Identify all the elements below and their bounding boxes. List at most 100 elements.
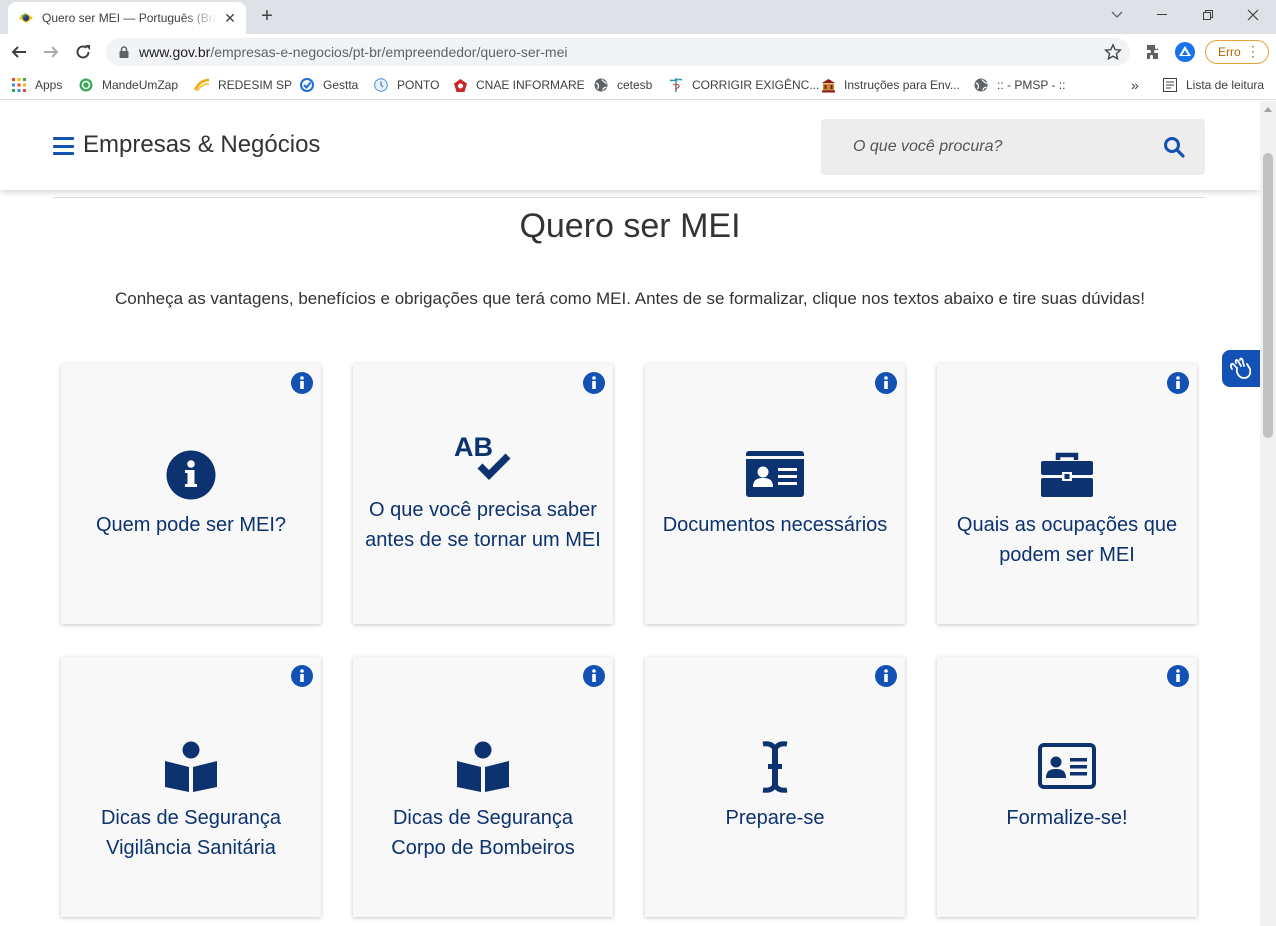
informare-icon bbox=[452, 77, 468, 93]
page-intro: Conheça as vantagens, benefícios e obrig… bbox=[114, 289, 1146, 308]
search-icon[interactable] bbox=[1162, 135, 1186, 159]
bookmark-cetesb[interactable]: cetesb bbox=[593, 76, 652, 94]
profile-error-label: Erro bbox=[1218, 45, 1241, 59]
card-label: O que você precisa saber antes de se tor… bbox=[365, 499, 601, 551]
card-dicas-corpo-de-bombeiros[interactable]: Dicas de Segurança Corpo de Bombeiros bbox=[353, 657, 613, 917]
info-circle-icon bbox=[61, 450, 321, 500]
scrollbar-thumb[interactable] bbox=[1263, 153, 1273, 438]
info-icon[interactable] bbox=[875, 372, 897, 394]
bookmark-label: CORRIGIR EXIGÊNC... bbox=[692, 78, 820, 92]
profile-avatar-icon[interactable] bbox=[1175, 42, 1195, 62]
back-arrow-icon[interactable] bbox=[5, 38, 33, 66]
bookmark-mandeumzap[interactable]: MandeUmZap bbox=[78, 76, 178, 94]
caduceus-icon bbox=[668, 77, 684, 93]
bookmark-label: cetesb bbox=[617, 78, 653, 92]
page-title: Quero ser MEI bbox=[519, 207, 741, 245]
reading-list-label: Lista de leitura bbox=[1186, 78, 1265, 92]
extensions-puzzle-icon[interactable] bbox=[1144, 42, 1164, 62]
id-card-icon bbox=[645, 451, 905, 497]
apps-grid-icon bbox=[11, 77, 27, 93]
profile-error-button[interactable]: Erro ⋮ bbox=[1205, 40, 1269, 64]
new-tab-icon[interactable]: + bbox=[256, 5, 278, 27]
bookmarks-bar: Apps MandeUmZap REDESIM SP Gestta PONTO … bbox=[0, 70, 1276, 100]
site-header: Empresas & Negócios bbox=[0, 101, 1260, 190]
bookmark-apps[interactable]: Apps bbox=[11, 76, 62, 94]
info-icon[interactable] bbox=[291, 372, 313, 394]
forward-arrow-icon[interactable] bbox=[37, 38, 65, 66]
url-domain: www.gov.br bbox=[139, 44, 211, 60]
card-formalize-se[interactable]: Formalize-se! bbox=[937, 657, 1197, 917]
minimize-icon[interactable] bbox=[1139, 0, 1185, 30]
info-icon[interactable] bbox=[291, 665, 313, 687]
info-icon[interactable] bbox=[1167, 665, 1189, 687]
tab-close-icon[interactable]: ✕ bbox=[222, 10, 238, 26]
header-divider bbox=[53, 197, 1205, 198]
card-label: Prepare-se bbox=[725, 807, 825, 829]
page-viewport: Empresas & Negócios Quero ser MEI Conheç… bbox=[0, 101, 1260, 926]
bookmark-star-icon[interactable] bbox=[1104, 43, 1122, 61]
url-path: /empresas-e-negocios/pt-br/empreendedor/… bbox=[210, 44, 568, 60]
card-label: Formalize-se! bbox=[1006, 807, 1128, 829]
card-o-que-voce-precisa-saber[interactable]: AB O que você precisa saber antes de se … bbox=[353, 364, 613, 624]
tab-title: Quero ser MEI — Português (Brasil) bbox=[42, 11, 218, 25]
bookmark-redesim-sp[interactable]: REDESIM SP bbox=[194, 76, 292, 94]
reading-list-button[interactable]: Lista de leitura bbox=[1162, 76, 1264, 94]
scroll-up-arrow-icon[interactable] bbox=[1264, 107, 1272, 112]
lock-icon bbox=[119, 46, 129, 58]
address-bar[interactable]: www.gov.br/empresas-e-negocios/pt-br/emp… bbox=[106, 38, 1130, 66]
address-card-icon bbox=[937, 743, 1197, 789]
bookmark-corrigir-exigencia[interactable]: CORRIGIR EXIGÊNC... bbox=[668, 76, 819, 94]
hamburger-menu-icon[interactable] bbox=[53, 137, 74, 155]
info-icon[interactable] bbox=[875, 665, 897, 687]
page-scrollbar[interactable] bbox=[1260, 101, 1276, 926]
text-cursor-icon bbox=[645, 741, 905, 793]
redesim-icon bbox=[194, 77, 210, 93]
card-prepare-se[interactable]: Prepare-se bbox=[645, 657, 905, 917]
browser-toolbar: www.gov.br/empresas-e-negocios/pt-br/emp… bbox=[0, 34, 1276, 70]
bookmark-label: :: - PMSP - :: bbox=[997, 78, 1066, 92]
search-box bbox=[821, 119, 1205, 175]
bookmarks-overflow-icon[interactable]: » bbox=[1131, 76, 1139, 94]
spell-check-icon: AB bbox=[353, 432, 613, 484]
bookmark-gestta[interactable]: Gestta bbox=[299, 76, 358, 94]
bookmark-pmsp[interactable]: :: - PMSP - :: bbox=[973, 76, 1065, 94]
bookmark-label: PONTO bbox=[397, 78, 440, 92]
bookmark-cnae-informare[interactable]: CNAE INFORMARE bbox=[452, 76, 585, 94]
card-quais-as-ocupacoes[interactable]: Quais as ocupações que podem ser MEI bbox=[937, 364, 1197, 624]
browser-tab-active[interactable]: Quero ser MEI — Português (Brasil) ✕ bbox=[8, 2, 246, 34]
gestta-icon bbox=[299, 77, 315, 93]
card-dicas-vigilancia-sanitaria[interactable]: Dicas de Segurança Vigilância Sanitária bbox=[61, 657, 321, 917]
card-label: Quem pode ser MEI? bbox=[95, 514, 287, 536]
restore-icon[interactable] bbox=[1185, 0, 1231, 30]
bookmark-instrucoes[interactable]: Instruções para Env... bbox=[820, 76, 960, 94]
bookmark-label: Instruções para Env... bbox=[844, 78, 960, 92]
site-title[interactable]: Empresas & Negócios bbox=[83, 131, 320, 159]
info-icon[interactable] bbox=[583, 665, 605, 687]
card-label: Documentos necessários bbox=[662, 514, 888, 536]
tab-search-chevron-icon[interactable] bbox=[1094, 0, 1140, 30]
card-quem-pode-ser-mei[interactable]: Quem pode ser MEI? bbox=[61, 364, 321, 624]
card-documentos-necessarios[interactable]: Documentos necessários bbox=[645, 364, 905, 624]
building-icon bbox=[820, 77, 836, 93]
kebab-menu-icon[interactable]: ⋮ bbox=[1246, 44, 1260, 58]
bookmark-label: CNAE INFORMARE bbox=[476, 78, 585, 92]
book-reader-icon bbox=[353, 741, 613, 793]
url-text: www.gov.br/empresas-e-negocios/pt-br/emp… bbox=[139, 44, 568, 60]
info-icon[interactable] bbox=[583, 372, 605, 394]
info-icon[interactable] bbox=[1167, 372, 1189, 394]
globe-icon bbox=[593, 77, 609, 93]
bookmark-label: REDESIM SP bbox=[218, 78, 293, 92]
close-window-icon[interactable] bbox=[1230, 0, 1276, 30]
reload-icon[interactable] bbox=[69, 38, 97, 66]
card-label: Dicas de Segurança Vigilância Sanitária bbox=[100, 807, 282, 859]
card-label: Dicas de Segurança Corpo de Bombeiros bbox=[391, 807, 575, 859]
whatsapp-icon bbox=[78, 77, 94, 93]
vlibras-hands-icon[interactable] bbox=[1222, 350, 1260, 387]
card-label: Quais as ocupações que podem ser MEI bbox=[956, 514, 1178, 566]
brazil-flag-icon bbox=[19, 13, 33, 23]
bookmark-label: MandeUmZap bbox=[102, 78, 179, 92]
bookmark-label: Apps bbox=[35, 78, 63, 92]
search-input[interactable] bbox=[821, 119, 1151, 175]
book-reader-icon bbox=[61, 741, 321, 793]
bookmark-ponto[interactable]: PONTO bbox=[373, 76, 439, 94]
